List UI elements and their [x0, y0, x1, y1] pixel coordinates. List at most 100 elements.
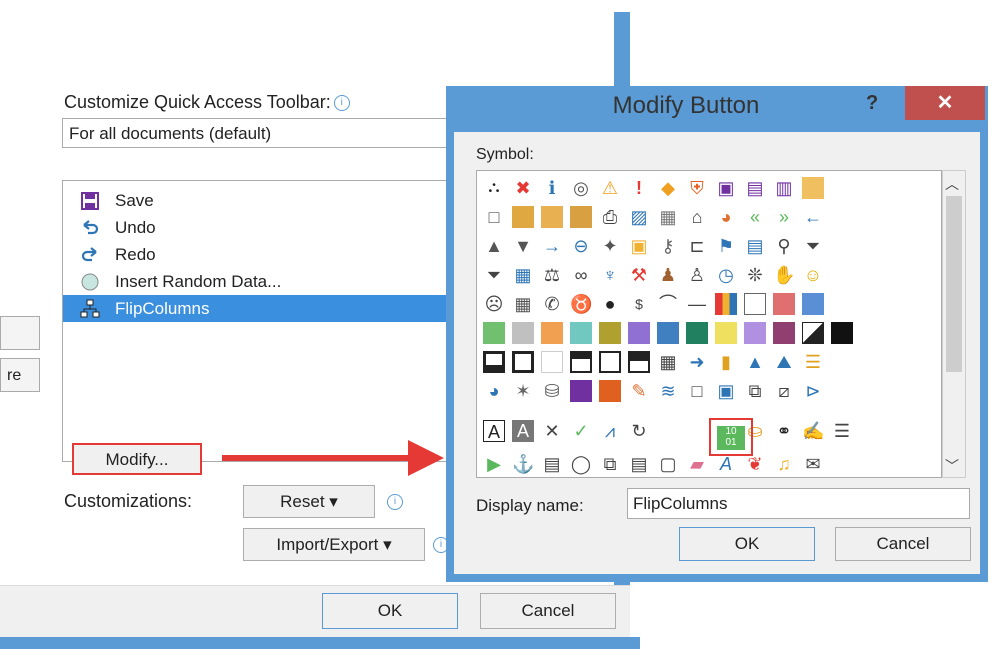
- scales-icon[interactable]: ⚖: [541, 264, 563, 286]
- printer-icon[interactable]: ⎙: [599, 206, 621, 228]
- help-button[interactable]: ?: [866, 92, 878, 115]
- brush-icon[interactable]: ✍: [802, 420, 824, 442]
- anchor-icon[interactable]: ⚓: [512, 453, 534, 475]
- clock-icon[interactable]: ◷: [715, 264, 737, 286]
- swatch-blue[interactable]: [802, 293, 824, 315]
- person-icon[interactable]: ♟: [657, 264, 679, 286]
- tag-icon[interactable]: ⊏: [686, 235, 708, 257]
- double-right-icon[interactable]: »: [773, 206, 795, 228]
- magnifier-icon[interactable]: ⚲: [773, 235, 795, 257]
- chart-edit-icon[interactable]: ✎: [628, 380, 650, 402]
- arrow-left-icon[interactable]: ←: [802, 206, 824, 228]
- no-tools-icon[interactable]: ⚒: [628, 264, 650, 286]
- swatch-gray[interactable]: [512, 322, 534, 344]
- chevron-up-icon[interactable]: ︿: [945, 174, 959, 194]
- chart-lines-icon[interactable]: ⩘: [599, 420, 621, 442]
- save-all-icon[interactable]: ▥: [773, 177, 795, 199]
- save-icon[interactable]: ▣: [715, 177, 737, 199]
- blank-square-icon[interactable]: [541, 351, 563, 373]
- display-name-input[interactable]: FlipColumns: [627, 488, 970, 519]
- record-icon[interactable]: ◎: [570, 177, 592, 199]
- diamond-warning-icon[interactable]: ◆: [657, 177, 679, 199]
- warning-icon[interactable]: ⚠: [599, 177, 621, 199]
- flowchart-icon[interactable]: ⛬: [483, 177, 505, 199]
- briefcase-icon[interactable]: ▤: [541, 453, 563, 475]
- calendar-icon[interactable]: ▤: [744, 235, 766, 257]
- shield-icon[interactable]: ⛨: [686, 177, 708, 199]
- reset-button[interactable]: Reset ▾: [243, 485, 375, 518]
- checkmark-icon[interactable]: ✓: [570, 420, 592, 442]
- options-ok-button[interactable]: OK: [322, 593, 458, 629]
- ball-icon[interactable]: ●: [599, 293, 621, 315]
- pie-icon[interactable]: ◕: [483, 380, 505, 402]
- list-item[interactable]: Save: [63, 187, 481, 214]
- cylinder-icon[interactable]: ⛁: [541, 380, 563, 402]
- x-icon[interactable]: ✕: [541, 420, 563, 442]
- options-cancel-button[interactable]: Cancel: [480, 593, 616, 629]
- outline-square-icon[interactable]: [599, 351, 621, 373]
- color-bars-icon[interactable]: [715, 293, 737, 315]
- double-left-icon[interactable]: «: [744, 206, 766, 228]
- info-icon[interactable]: i: [387, 494, 403, 510]
- bird-icon[interactable]: ❦: [744, 453, 766, 475]
- swatch-purple[interactable]: [628, 322, 650, 344]
- swatch-teal[interactable]: [570, 322, 592, 344]
- folder-stack-icon[interactable]: [570, 206, 592, 228]
- contact-card-icon[interactable]: ▣: [715, 380, 737, 402]
- key-icon[interactable]: ⚷: [657, 235, 679, 257]
- text-a-icon[interactable]: A: [483, 420, 505, 442]
- list-item[interactable]: Insert Random Data...: [63, 268, 481, 295]
- swatch-plum[interactable]: [773, 322, 795, 344]
- swatch-red[interactable]: [773, 293, 795, 315]
- info-icon[interactable]: i: [333, 95, 350, 112]
- new-page-icon[interactable]: □: [483, 206, 505, 228]
- phone-icon[interactable]: ✆: [541, 293, 563, 315]
- arrow-right-icon[interactable]: →: [541, 235, 563, 257]
- folders-icon[interactable]: [541, 206, 563, 228]
- star-icon[interactable]: ✶: [512, 380, 534, 402]
- grid-icon[interactable]: ▦: [657, 351, 679, 373]
- dollar-icon[interactable]: $: [628, 293, 650, 315]
- table-icon[interactable]: ▦: [512, 264, 534, 286]
- slide-icon[interactable]: ⊳: [802, 380, 824, 402]
- circle-left-icon[interactable]: ⊖: [570, 235, 592, 257]
- border-top-icon[interactable]: [570, 351, 592, 373]
- swatch-steel[interactable]: [657, 322, 679, 344]
- document-icon[interactable]: ▦: [657, 206, 679, 228]
- flip-columns-icon[interactable]: 10 01: [717, 426, 745, 450]
- remove-button-partial[interactable]: re: [0, 358, 40, 392]
- scroll-thumb[interactable]: [946, 196, 962, 372]
- orange-book-icon[interactable]: [599, 380, 621, 402]
- close-button[interactable]: ✕: [905, 86, 985, 120]
- exclamation-icon[interactable]: !: [628, 177, 650, 199]
- align-bars-icon[interactable]: ☰: [802, 351, 824, 373]
- folder-open-icon[interactable]: [512, 206, 534, 228]
- play-icon[interactable]: ▶: [483, 453, 505, 475]
- border-box-icon[interactable]: [512, 351, 534, 373]
- sad-face-icon[interactable]: ☹: [483, 293, 505, 315]
- add-button-partial[interactable]: [0, 316, 40, 350]
- chevron-down-icon[interactable]: ﹀: [945, 456, 959, 476]
- swatch-yellow[interactable]: [715, 322, 737, 344]
- link-icon[interactable]: ∞: [570, 264, 592, 286]
- filter-icon[interactable]: ⏷: [802, 235, 824, 257]
- frame-icon[interactable]: ▢: [657, 453, 679, 475]
- cone-icon[interactable]: ▲: [744, 351, 766, 373]
- qat-scope-combo[interactable]: For all documents (default): [62, 118, 482, 148]
- zoom-shape-icon[interactable]: ◯: [570, 453, 592, 475]
- copy-icon[interactable]: ⧉: [599, 453, 621, 475]
- swatch-olive[interactable]: [599, 322, 621, 344]
- filter-funnel-icon[interactable]: ⏷: [483, 264, 505, 286]
- eraser-icon[interactable]: ▰: [686, 453, 708, 475]
- pin-icon[interactable]: ✦: [599, 235, 621, 257]
- list-item-selected[interactable]: FlipColumns: [63, 295, 481, 322]
- hand-icon[interactable]: ✋: [773, 264, 795, 286]
- line-icon[interactable]: —: [686, 293, 708, 315]
- page-icon[interactable]: □: [686, 380, 708, 402]
- modify-ok-button[interactable]: OK: [679, 527, 815, 561]
- smiley-icon[interactable]: ☺: [802, 264, 824, 286]
- list-item[interactable]: Undo: [63, 214, 481, 241]
- flag-icon[interactable]: ⚑: [715, 235, 737, 257]
- error-icon[interactable]: ✖: [512, 177, 534, 199]
- wifi-icon[interactable]: ⌒: [657, 293, 679, 315]
